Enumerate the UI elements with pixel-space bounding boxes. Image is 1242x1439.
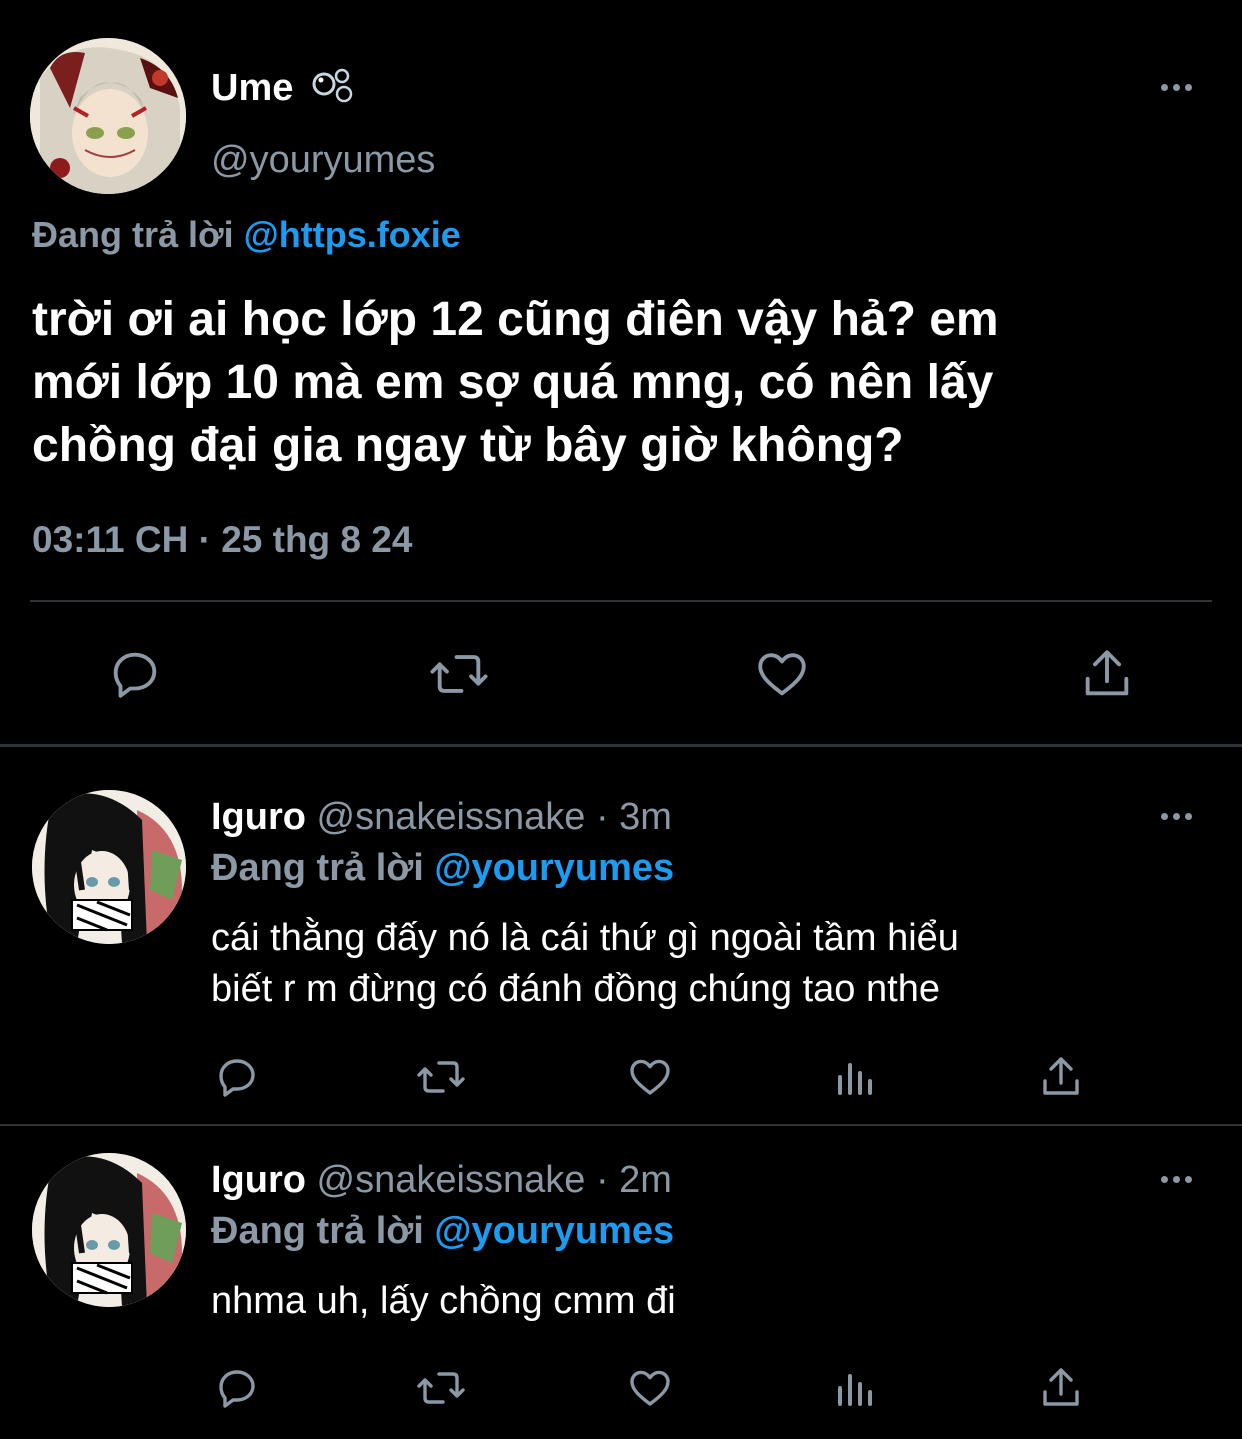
replying-prefix: Đang trả lời [211, 847, 424, 889]
replying-to: Đang trả lời @youryumes [211, 1209, 674, 1253]
tweet-text: trời ơi ai học lớp 12 cũng điên vậy hả? … [32, 288, 999, 477]
analytics-icon[interactable] [832, 1053, 880, 1101]
section-divider [0, 1124, 1242, 1126]
separator: · [595, 796, 609, 838]
timestamp[interactable]: 03:11 CH · 25 thg 8 24 [32, 518, 412, 562]
replying-to: Đang trả lời @https.foxie [32, 213, 461, 257]
more-icon[interactable] [1161, 84, 1192, 91]
replying-prefix: Đang trả lời [32, 214, 234, 255]
relative-time[interactable]: 2m [619, 1159, 672, 1201]
separator: · [595, 1159, 609, 1201]
tweet-text-line: chồng đại gia ngay từ bây giờ không? [32, 419, 904, 472]
reply-icon[interactable] [213, 1364, 261, 1412]
heart-icon[interactable] [625, 1364, 675, 1412]
tweet-text-line: nhma uh, lấy chồng cmm đi [211, 1280, 676, 1322]
display-name[interactable]: Ume [211, 66, 354, 114]
retweet-icon[interactable] [413, 1364, 469, 1412]
handle[interactable]: @youryumes [211, 138, 435, 182]
reply-header: Iguro @snakeissnake · 2m [211, 1158, 672, 1202]
reply-icon[interactable] [106, 645, 164, 703]
tweet-text-line: mới lớp 10 mà em sợ quá mng, có nên lấy [32, 356, 994, 409]
retweet-icon[interactable] [426, 645, 492, 703]
replying-mention-link[interactable]: @youryumes [434, 847, 674, 889]
more-icon[interactable] [1161, 813, 1192, 820]
display-name[interactable]: Iguro [211, 1159, 306, 1201]
divider [30, 600, 1212, 602]
handle[interactable]: @snakeissnake [317, 1159, 586, 1201]
heart-icon[interactable] [752, 645, 812, 703]
avatar[interactable] [32, 790, 186, 944]
tweet-text-line: trời ơi ai học lớp 12 cũng điên vậy hả? … [32, 293, 999, 346]
replying-prefix: Đang trả lời [211, 1210, 424, 1252]
more-icon[interactable] [1161, 1176, 1192, 1183]
section-divider [0, 744, 1242, 747]
heart-icon[interactable] [625, 1053, 675, 1101]
tweet-text-line: cái thằng đấy nó là cái thứ gì ngoài tầm… [211, 917, 959, 959]
share-icon[interactable] [1037, 1053, 1085, 1101]
reply-icon[interactable] [213, 1053, 261, 1101]
replying-mention-link[interactable]: @https.foxie [244, 214, 461, 255]
analytics-icon[interactable] [832, 1364, 880, 1412]
relative-time[interactable]: 3m [619, 796, 672, 838]
avatar[interactable] [32, 1153, 186, 1307]
tweet-text-line: biết r m đừng có đánh đồng chúng tao nth… [211, 968, 940, 1010]
handle[interactable]: @snakeissnake [317, 796, 586, 838]
bubbles-emoji-icon [312, 66, 354, 114]
display-name[interactable]: Iguro [211, 796, 306, 838]
share-icon[interactable] [1078, 645, 1136, 703]
tweet-text: nhma uh, lấy chồng cmm đi [211, 1276, 676, 1327]
share-icon[interactable] [1037, 1364, 1085, 1412]
tweet-text: cái thằng đấy nó là cái thứ gì ngoài tầm… [211, 913, 959, 1015]
replying-mention-link[interactable]: @youryumes [434, 1210, 674, 1252]
replying-to: Đang trả lời @youryumes [211, 846, 674, 890]
avatar[interactable] [30, 38, 186, 194]
display-name-text[interactable]: Ume [211, 67, 293, 109]
retweet-icon[interactable] [413, 1053, 469, 1101]
reply-header: Iguro @snakeissnake · 3m [211, 795, 672, 839]
